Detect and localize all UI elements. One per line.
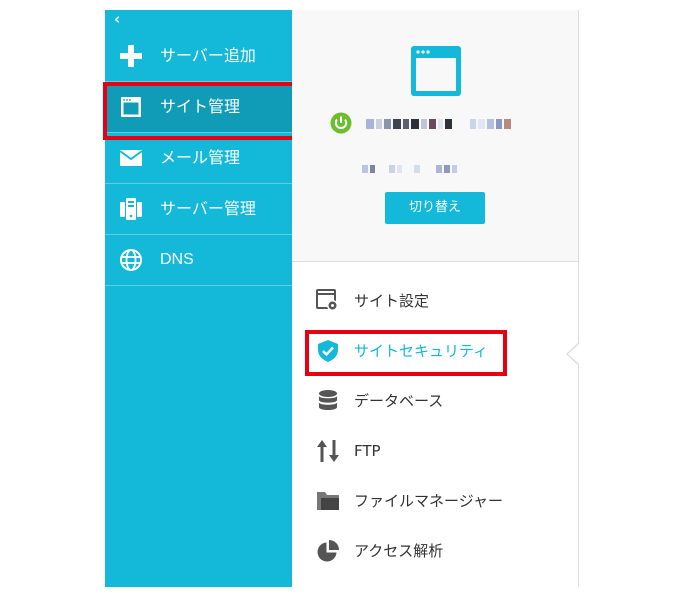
menu-item-label: サイト設定 [354, 292, 430, 310]
highlight-box-menu [305, 330, 507, 376]
sidebar-item-mail-management[interactable]: メール管理 [105, 133, 292, 184]
site-info-panel: 切り替え [292, 10, 578, 262]
menu-item-site-settings[interactable]: サイト設定 [316, 286, 556, 316]
sidebar-item-add-server[interactable]: サーバー追加 [105, 31, 292, 82]
menu-item-database[interactable]: データベース [316, 386, 556, 416]
site-detail-panel: 切り替え サイト設定 サイトセキュリティ データベース FTP ファイルマネージ… [292, 10, 579, 587]
sidebar-item-label: DNS [160, 251, 194, 268]
browser-window-icon [411, 46, 461, 96]
database-icon [319, 390, 337, 410]
menu-item-label: ファイルマネージャー [354, 492, 503, 510]
menu-item-file-manager[interactable]: ファイルマネージャー [316, 486, 556, 516]
blurred-subtitle [362, 165, 459, 173]
plus-icon [120, 45, 142, 67]
globe-icon [120, 249, 142, 271]
server-icon [120, 198, 142, 220]
blurred-domain-name [366, 119, 513, 129]
panel-pointer-inner [568, 344, 579, 364]
sidebar-item-label: サーバー追加 [160, 46, 256, 65]
pie-chart-icon [317, 540, 339, 562]
menu-item-access-analysis[interactable]: アクセス解析 [316, 536, 556, 566]
sidebar-item-dns[interactable]: DNS [105, 235, 292, 286]
sidebar-item-server-management[interactable]: サーバー管理 [105, 184, 292, 235]
menu-item-label: FTP [354, 442, 381, 460]
switch-site-button[interactable]: 切り替え [385, 192, 485, 224]
power-status-icon [330, 112, 352, 134]
sidebar-item-label: サーバー管理 [160, 199, 256, 218]
collapse-sidebar-icon[interactable]: ‹ [114, 11, 120, 27]
mail-icon [119, 150, 143, 166]
site-settings-icon [316, 289, 338, 311]
sidebar-item-label: メール管理 [160, 148, 241, 167]
menu-item-ftp[interactable]: FTP [316, 436, 556, 466]
folder-icon [317, 492, 339, 510]
menu-item-label: データベース [354, 392, 444, 410]
highlight-box-sidebar [103, 82, 298, 140]
transfer-arrows-icon [317, 440, 339, 462]
menu-item-label: アクセス解析 [354, 542, 444, 560]
